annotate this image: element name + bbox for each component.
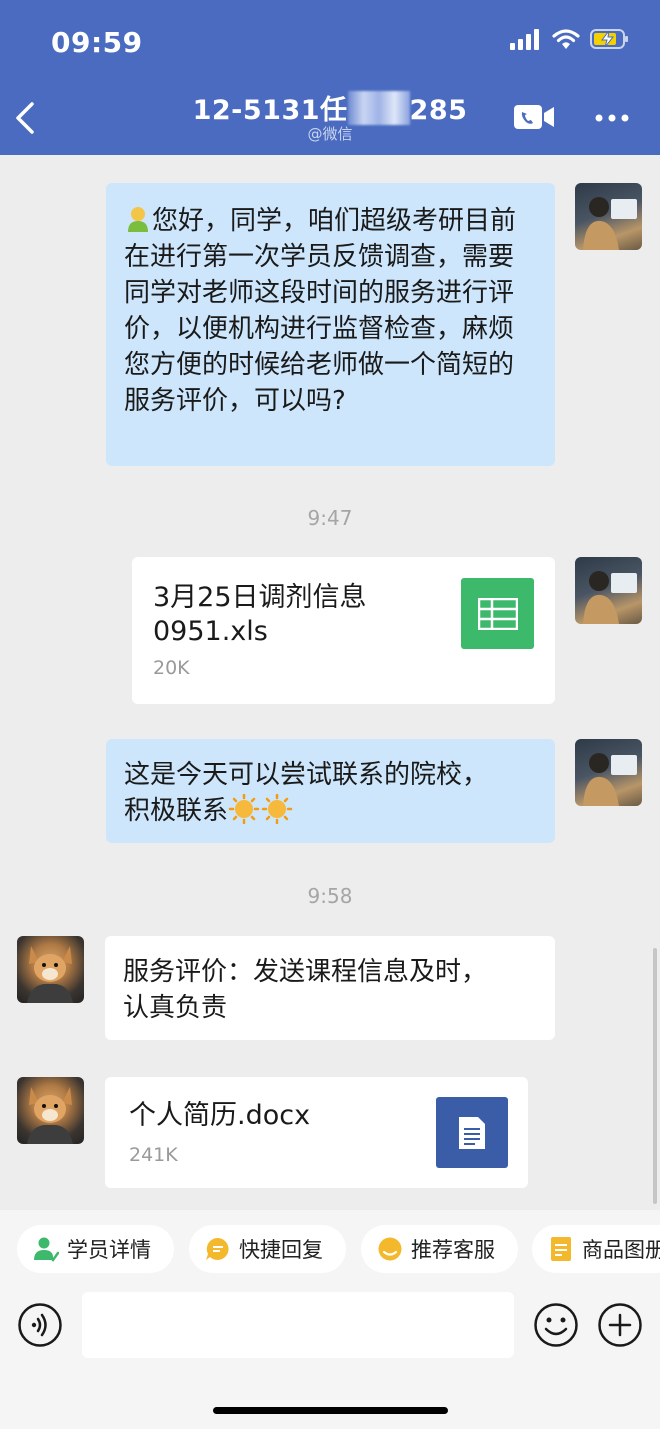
student-details-button[interactable]: 学员详情 [17, 1225, 174, 1273]
file-size: 20K [153, 657, 190, 679]
message-bubble-outgoing[interactable]: 您好，同学，咱们超级考研目前在进行第一次学员反馈调查，需要同学对老师这段时间的服… [106, 183, 555, 466]
file-size: 241K [129, 1144, 178, 1166]
timestamp: 9:47 [307, 506, 353, 530]
plus-icon[interactable] [597, 1302, 643, 1348]
emoji-icon[interactable] [533, 1302, 579, 1348]
message-text: 您好，同学，咱们超级考研目前在进行第一次学员反馈调查，需要同学对老师这段时间的服… [124, 205, 517, 416]
more-options-icon[interactable] [594, 112, 630, 124]
voice-input-icon[interactable] [17, 1302, 63, 1348]
avatar[interactable] [575, 183, 642, 250]
wifi-icon [552, 29, 580, 49]
redacted-name [347, 91, 410, 125]
avatar[interactable] [17, 936, 84, 1003]
status-time: 09:59 [51, 26, 143, 59]
message-text: 这是今天可以尝试联系的院校， 积极联系 [124, 760, 489, 826]
message-input[interactable] [82, 1292, 514, 1358]
chat-title-prefix: 12-5131任 [192, 95, 348, 126]
avatar[interactable] [575, 557, 642, 624]
message-bubble-outgoing[interactable]: 这是今天可以尝试联系的院校， 积极联系 [106, 739, 555, 843]
catalog-icon [548, 1236, 574, 1262]
scrollbar[interactable] [653, 948, 657, 1204]
signal-icon [510, 29, 539, 50]
avatar[interactable] [575, 739, 642, 806]
avatar[interactable] [17, 1077, 84, 1144]
home-indicator[interactable] [213, 1407, 448, 1414]
agent-icon [377, 1236, 403, 1262]
file-name: 3月25日调剂信息 0951.xls [153, 582, 367, 647]
message-bubble-incoming[interactable]: 服务评价：发送课程信息及时， 认真负责 [105, 936, 555, 1040]
chat-title: 12-5131任 285 [0, 88, 660, 127]
message-text: 服务评价：发送课程信息及时， 认真负责 [123, 957, 488, 1023]
quick-reply-button[interactable]: 快捷回复 [189, 1225, 346, 1273]
spreadsheet-icon [461, 578, 534, 649]
quick-action-bar: 学员详情 快捷回复 推荐客服 商品图册 [0, 1210, 660, 1292]
sun-emoji-icon [228, 793, 261, 825]
file-name: 个人简历.docx [129, 1100, 311, 1131]
battery-icon [590, 29, 628, 49]
video-call-icon[interactable] [513, 102, 555, 132]
document-icon [436, 1097, 508, 1168]
recommend-agent-button[interactable]: 推荐客服 [361, 1225, 518, 1273]
input-bar [0, 1292, 660, 1429]
timestamp: 9:58 [307, 884, 353, 908]
person-icon [33, 1236, 59, 1262]
user-emoji-icon [124, 205, 152, 233]
chat-bubble-icon [205, 1236, 231, 1262]
chat-header: 09:59 12-5131任 285 @微信 [0, 0, 660, 155]
sun-emoji-icon [261, 793, 294, 825]
chat-title-suffix: 285 [409, 95, 468, 126]
chat-subtitle: @微信 [307, 125, 353, 143]
status-icons [510, 28, 630, 50]
file-message-docx[interactable]: 个人简历.docx 241K [105, 1077, 528, 1188]
file-message-xls[interactable]: 3月25日调剂信息 0951.xls 20K [132, 557, 555, 704]
product-catalog-button[interactable]: 商品图册 [532, 1225, 660, 1273]
